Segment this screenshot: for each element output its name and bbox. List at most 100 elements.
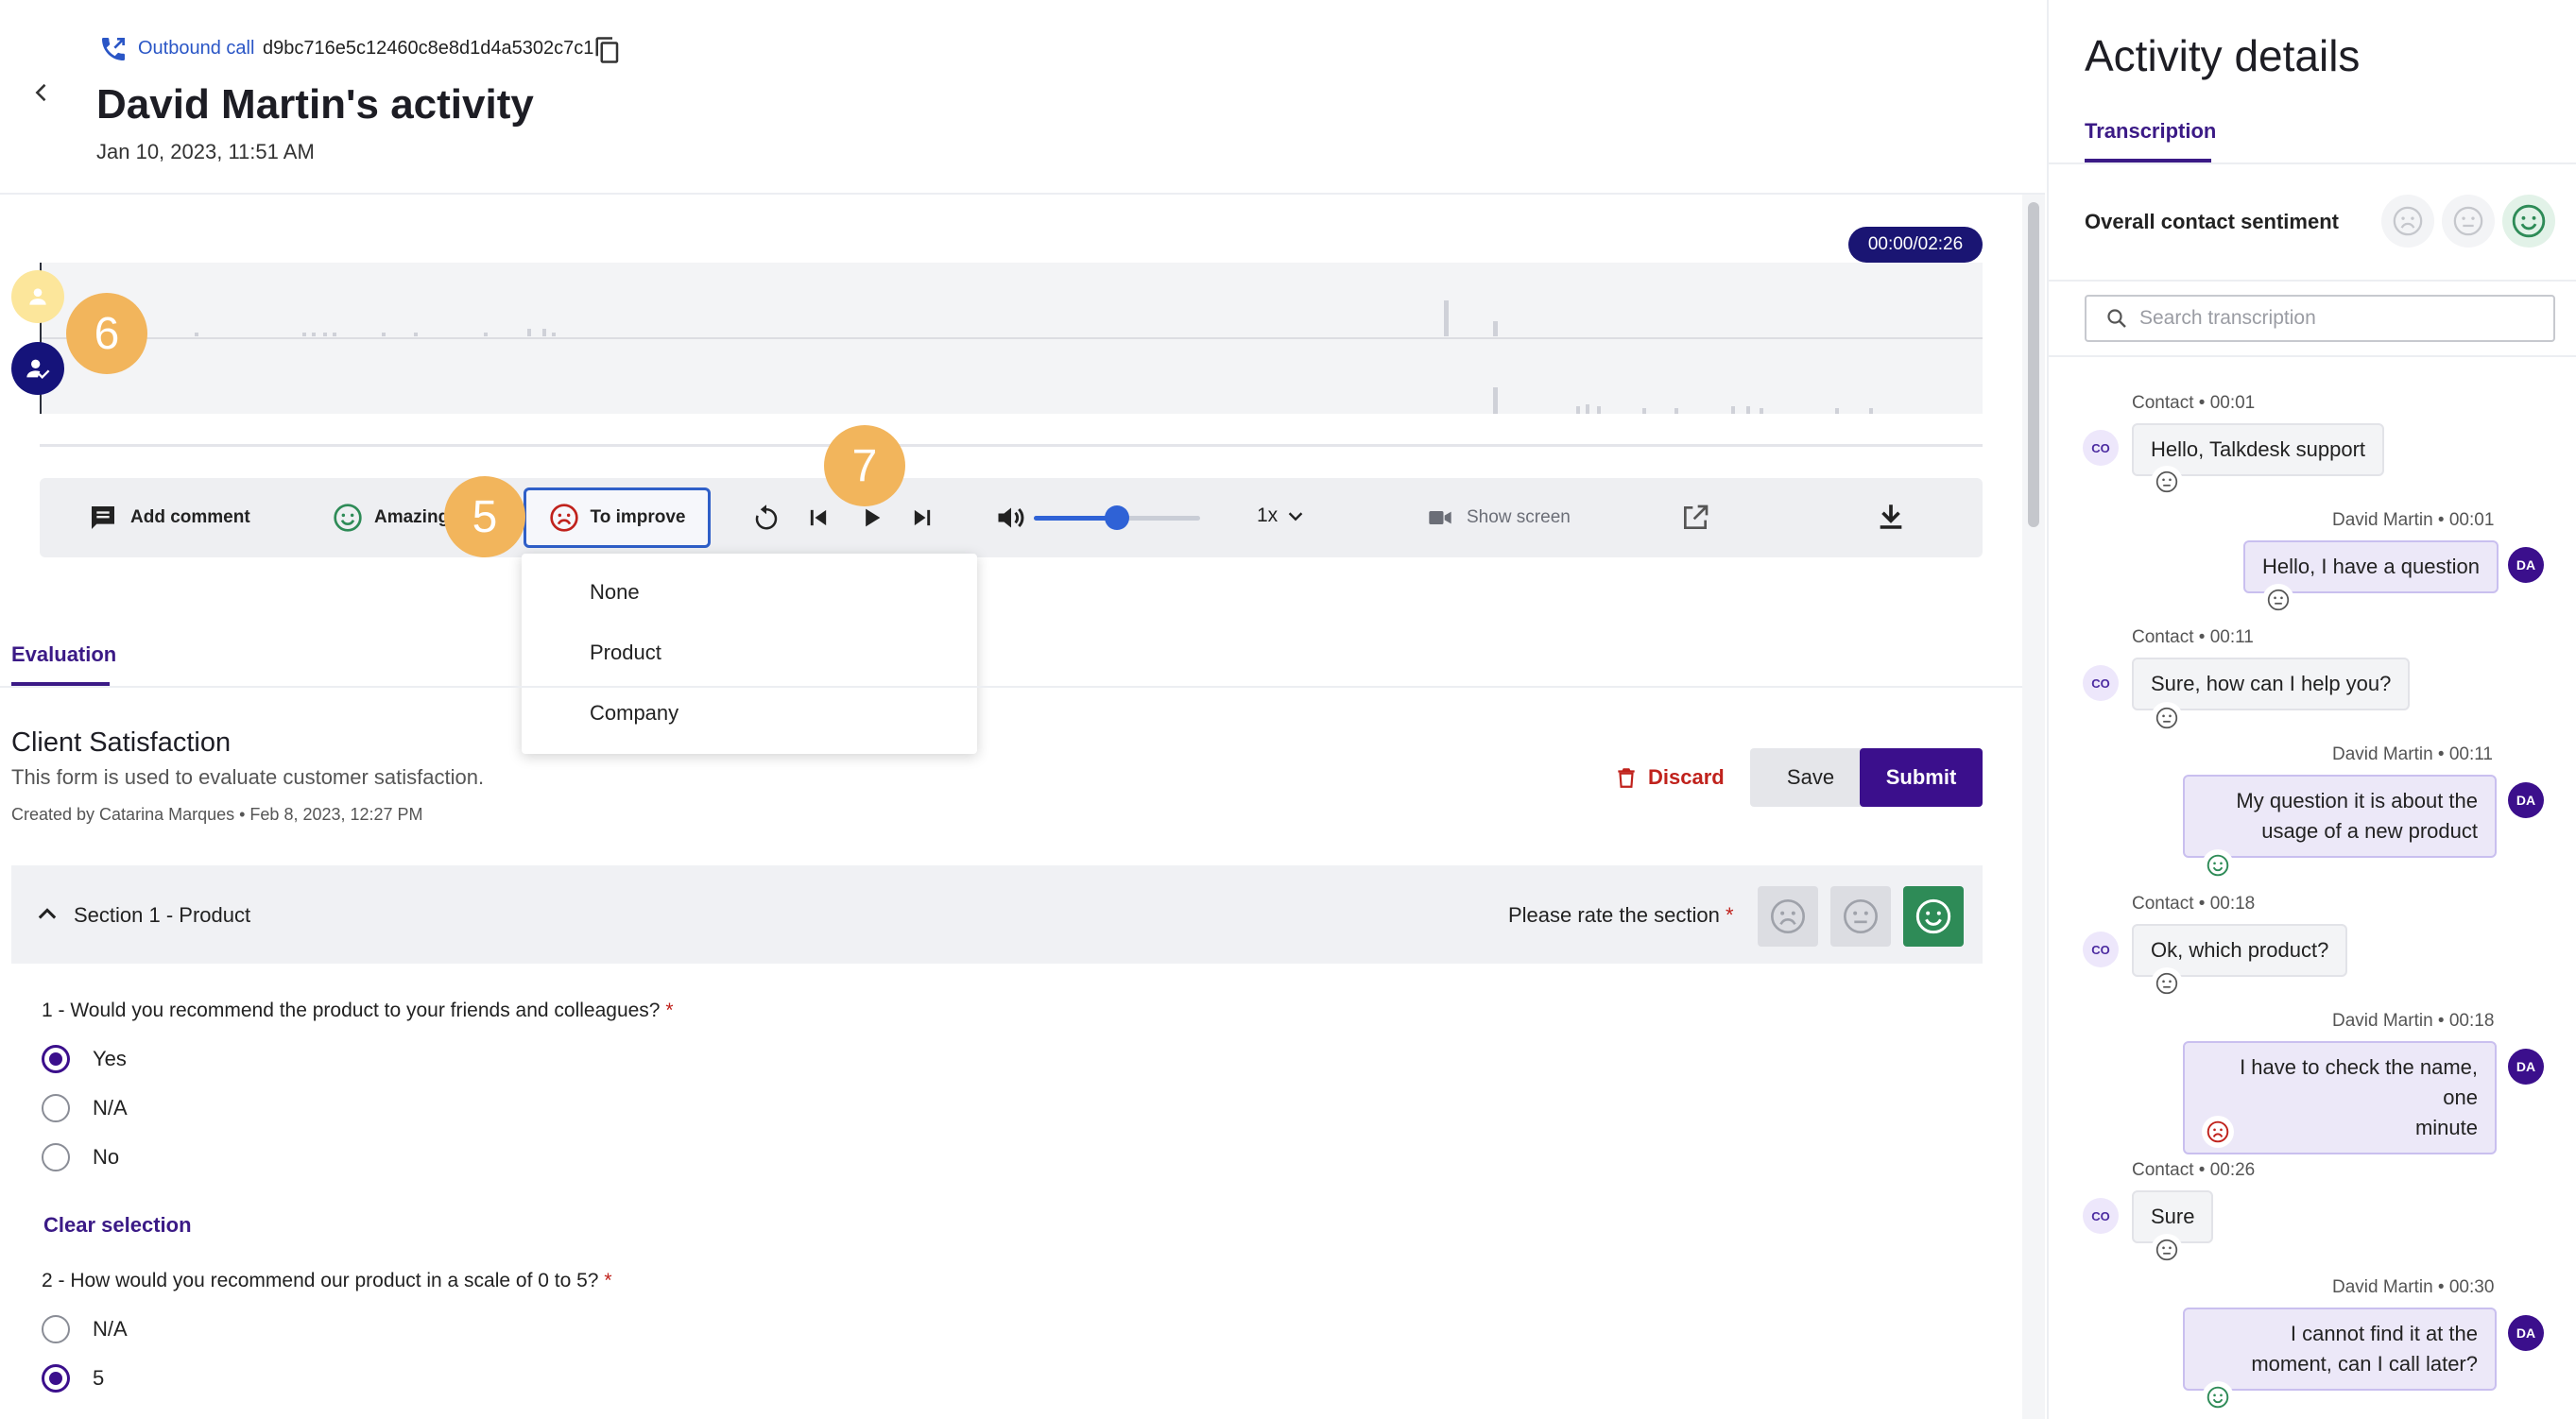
skip-next-icon[interactable] bbox=[909, 504, 936, 531]
page-title: David Martin's activity bbox=[96, 81, 534, 128]
amazing-label: Amazing bbox=[374, 507, 450, 527]
form-created-by: Created by Catarina Marques • Feb 8, 202… bbox=[11, 805, 423, 824]
menu-item-none[interactable]: None bbox=[590, 580, 640, 605]
add-comment-label: Add comment bbox=[130, 507, 250, 527]
menu-item-company[interactable]: Company bbox=[590, 701, 678, 726]
step-7-badge: 7 bbox=[824, 425, 905, 506]
tab-evaluation[interactable]: Evaluation bbox=[11, 642, 116, 667]
transcript-message: My question it is about the usage of a n… bbox=[2183, 775, 2497, 858]
form-title: Client Satisfaction bbox=[11, 727, 232, 758]
agent-avatar: DA bbox=[2508, 547, 2544, 583]
replay-icon[interactable] bbox=[752, 503, 781, 533]
skip-previous-icon[interactable] bbox=[805, 504, 832, 531]
happy-face-icon bbox=[2202, 1381, 2234, 1413]
sad-face-icon bbox=[549, 503, 579, 533]
activity-date: Jan 10, 2023, 11:51 AM bbox=[96, 140, 315, 163]
rate-positive-button[interactable] bbox=[1903, 886, 1964, 947]
section-rate-label: Please rate the section * bbox=[1508, 903, 1734, 927]
panel-divider bbox=[2049, 280, 2576, 282]
submit-button[interactable]: Submit bbox=[1860, 748, 1983, 807]
neutral-face-icon bbox=[2151, 1234, 2183, 1266]
agent-avatar: DA bbox=[2508, 1315, 2544, 1351]
sad-face-icon bbox=[2202, 1116, 2234, 1148]
copy-icon[interactable] bbox=[593, 36, 622, 64]
discard-button[interactable]: Discard bbox=[1614, 748, 1725, 807]
q2-option-5[interactable]: 5 bbox=[42, 1364, 104, 1393]
amazing-button[interactable]: Amazing bbox=[333, 503, 449, 533]
q1-option-yes[interactable]: Yes bbox=[42, 1045, 127, 1073]
search-transcription-input[interactable] bbox=[2139, 307, 2536, 330]
show-screen-label: Show screen bbox=[1467, 507, 1571, 527]
radio-selected[interactable] bbox=[42, 1364, 70, 1393]
playback-speed-select[interactable]: 1x bbox=[1257, 504, 1306, 527]
main-scrollbar-thumb[interactable] bbox=[2028, 202, 2039, 527]
tab-divider bbox=[0, 686, 2022, 688]
clear-selection-link[interactable]: Clear selection bbox=[43, 1213, 192, 1238]
speed-value: 1x bbox=[1257, 504, 1279, 526]
panel-title: Activity details bbox=[2085, 31, 2361, 80]
volume-icon[interactable] bbox=[994, 501, 1028, 535]
message-meta: David Martin • 00:11 bbox=[2332, 744, 2493, 764]
radio-unselected[interactable] bbox=[42, 1315, 70, 1343]
rate-negative-button[interactable] bbox=[1758, 886, 1818, 947]
q1-option-no[interactable]: No bbox=[42, 1143, 119, 1171]
transcript-message: I cannot find it at the moment, can I ca… bbox=[2183, 1308, 2497, 1391]
to-improve-label: To improve bbox=[590, 507, 686, 527]
section-title: Section 1 - Product bbox=[74, 903, 251, 927]
rate-neutral-button[interactable] bbox=[1830, 886, 1891, 947]
panel-divider bbox=[2049, 162, 2576, 164]
add-comment-button[interactable]: Add comment bbox=[87, 503, 250, 533]
show-screen-button[interactable]: Show screen bbox=[1425, 504, 1571, 531]
contact-avatar: CO bbox=[2083, 665, 2119, 701]
q1-option-na[interactable]: N/A bbox=[42, 1094, 128, 1122]
trash-icon bbox=[1614, 764, 1639, 791]
to-improve-reason-menu: None Product Company bbox=[522, 554, 977, 754]
chevron-down-icon bbox=[1285, 505, 1306, 526]
agent-avatar: DA bbox=[2508, 1049, 2544, 1085]
neutral-face-icon bbox=[2151, 466, 2183, 498]
sentiment-negative-icon bbox=[2381, 195, 2434, 248]
neutral-face-icon bbox=[2151, 967, 2183, 1000]
contact-avatar: CO bbox=[2083, 1198, 2119, 1234]
volume-slider-thumb[interactable] bbox=[1105, 505, 1129, 530]
happy-face-icon bbox=[1915, 898, 1951, 934]
contact-avatar-icon bbox=[11, 270, 64, 323]
play-icon[interactable] bbox=[858, 504, 884, 531]
happy-face-icon bbox=[2202, 849, 2234, 881]
playback-time-badge: 00:00/02:26 bbox=[1848, 227, 1983, 263]
radio-unselected[interactable] bbox=[42, 1143, 70, 1171]
tab-transcription[interactable]: Transcription bbox=[2085, 119, 2216, 144]
radio-selected[interactable] bbox=[42, 1045, 70, 1073]
to-improve-button[interactable]: To improve bbox=[524, 487, 711, 548]
search-transcription-box[interactable] bbox=[2085, 295, 2555, 342]
message-meta: David Martin • 00:01 bbox=[2332, 510, 2495, 530]
video-camera-icon bbox=[1425, 504, 1455, 531]
search-icon bbox=[2105, 307, 2128, 330]
panel-divider bbox=[2049, 355, 2576, 357]
neutral-face-icon bbox=[2151, 702, 2183, 734]
neutral-face-icon bbox=[2262, 584, 2294, 616]
question-1: 1 - Would you recommend the product to y… bbox=[42, 1000, 674, 1021]
message-meta: Contact • 00:18 bbox=[2132, 894, 2256, 914]
q2-option-na[interactable]: N/A bbox=[42, 1315, 128, 1343]
step-6-badge: 6 bbox=[66, 293, 147, 374]
waveform-divider bbox=[40, 337, 1983, 339]
call-id: d9bc716e5c12460c8e8d1d4a5302c7c1 bbox=[263, 38, 594, 59]
radio-unselected[interactable] bbox=[42, 1094, 70, 1122]
chevron-up-icon[interactable] bbox=[34, 901, 60, 928]
outbound-call-icon bbox=[96, 34, 130, 64]
open-external-icon[interactable] bbox=[1680, 503, 1710, 533]
menu-item-product[interactable]: Product bbox=[590, 641, 661, 665]
contact-avatar: CO bbox=[2083, 430, 2119, 466]
download-icon[interactable] bbox=[1875, 501, 1907, 533]
message-meta: David Martin • 00:30 bbox=[2332, 1277, 2495, 1297]
timeline-progress-track[interactable] bbox=[40, 444, 1983, 447]
form-description: This form is used to evaluate customer s… bbox=[11, 765, 485, 789]
step-5-badge: 5 bbox=[444, 476, 525, 557]
message-meta: Contact • 00:26 bbox=[2132, 1160, 2256, 1180]
message-meta: Contact • 00:01 bbox=[2132, 393, 2256, 413]
save-button[interactable]: Save bbox=[1750, 748, 1871, 807]
sentiment-positive-icon bbox=[2502, 195, 2555, 248]
question-2: 2 - How would you recommend our product … bbox=[42, 1270, 612, 1291]
back-arrow-icon[interactable] bbox=[28, 79, 55, 106]
